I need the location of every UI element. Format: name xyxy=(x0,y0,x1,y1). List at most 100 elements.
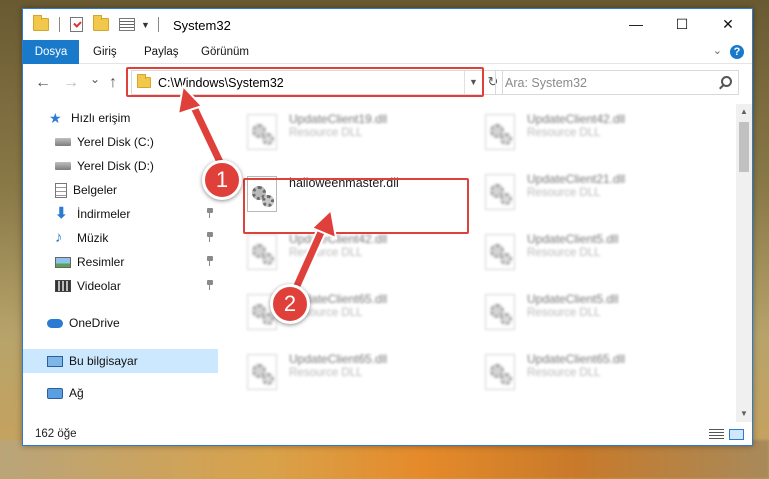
sidebar-item-videos[interactable]: Videolar xyxy=(23,274,218,298)
help-icon[interactable]: ? xyxy=(730,45,744,59)
sidebar-item-label: Bu bilgisayar xyxy=(69,354,138,368)
up-button[interactable]: ↑ xyxy=(109,74,117,92)
sidebar-item-label: Belgeler xyxy=(73,183,118,197)
window-title: System32 xyxy=(173,18,231,33)
file-item[interactable]: UpdateClient5.dll Resource DLL xyxy=(477,230,707,282)
dll-file-icon xyxy=(485,294,515,330)
file-list: UpdateClient19.dll Resource DLL UpdateCl… xyxy=(219,104,737,422)
file-name: UpdateClient65.dll xyxy=(289,352,388,366)
file-type: Resource DLL xyxy=(527,367,601,379)
search-icon xyxy=(721,76,732,87)
file-item[interactable]: UpdateClient65.dll Resource DLL xyxy=(477,350,707,402)
file-type: Resource DLL xyxy=(289,127,363,139)
large-icons-view-icon[interactable] xyxy=(729,429,744,440)
properties-check-icon[interactable] xyxy=(70,17,83,32)
pin-icon[interactable] xyxy=(206,136,214,146)
title-bar: ▼ System32 — ☐ ✕ xyxy=(23,9,752,40)
dll-file-icon xyxy=(247,354,277,390)
file-type: Resource DLL xyxy=(527,187,601,199)
navigation-pane: ★ Hızlı erişim Yerel Disk (C:) Yerel Dis… xyxy=(23,104,218,422)
toolbar-separator xyxy=(59,17,60,32)
file-type: Resource DLL xyxy=(527,247,601,259)
file-type: Resource DLL xyxy=(289,247,363,259)
tab-gorunum[interactable]: Görünüm xyxy=(201,40,249,64)
ribbon-tabs: Dosya Giriş Paylaş Görünüm ⌄ ? xyxy=(23,40,752,64)
scrollbar-thumb[interactable] xyxy=(739,122,749,172)
dll-file-icon xyxy=(247,234,277,270)
star-icon: ★ xyxy=(49,110,62,126)
network-icon xyxy=(47,387,63,399)
sidebar-item-quick-access[interactable]: ★ Hızlı erişim xyxy=(23,106,218,130)
sidebar-item-label: Müzik xyxy=(77,231,109,245)
dll-file-icon xyxy=(485,114,515,150)
file-name: UpdateClient21.dll xyxy=(527,172,626,186)
sidebar-item-label: Yerel Disk (D:) xyxy=(77,159,154,173)
file-item[interactable]: UpdateClient21.dll Resource DLL xyxy=(477,170,707,222)
maximize-button[interactable]: ☐ xyxy=(659,9,705,40)
sidebar-item-onedrive[interactable]: OneDrive xyxy=(23,311,218,335)
sidebar-item-label: Resimler xyxy=(77,255,125,269)
sidebar-item-this-pc[interactable]: Bu bilgisayar xyxy=(23,349,218,373)
sidebar-item-network[interactable]: Ağ xyxy=(23,381,218,405)
expand-ribbon-icon[interactable]: ⌄ xyxy=(713,44,722,57)
pin-icon[interactable] xyxy=(206,256,214,266)
pin-icon[interactable] xyxy=(206,208,214,218)
tab-dosya[interactable]: Dosya xyxy=(23,40,79,64)
new-folder-icon[interactable] xyxy=(93,15,109,31)
file-item[interactable]: UpdateClient65.dll Resource DLL xyxy=(239,350,469,402)
close-button[interactable]: ✕ xyxy=(705,9,751,40)
tab-paylas[interactable]: Paylaş xyxy=(144,40,179,64)
file-name: UpdateClient19.dll xyxy=(289,112,388,126)
pin-icon[interactable] xyxy=(206,232,214,242)
file-item[interactable]: UpdateClient5.dll Resource DLL xyxy=(477,290,707,342)
forward-button[interactable]: → xyxy=(63,74,79,92)
recent-locations-button[interactable]: ⌄ xyxy=(90,72,100,86)
videos-icon xyxy=(55,280,71,292)
toolbar-separator xyxy=(157,17,159,32)
sidebar-item-label: Videolar xyxy=(77,279,121,293)
drive-icon xyxy=(55,138,71,146)
scroll-up-button[interactable]: ▲ xyxy=(736,104,752,120)
computer-icon xyxy=(47,355,63,367)
scroll-down-button[interactable]: ▼ xyxy=(736,406,752,422)
sidebar-item-pictures[interactable]: Resimler xyxy=(23,250,218,274)
file-name: UpdateClient65.dll xyxy=(527,352,626,366)
drive-icon xyxy=(55,162,71,170)
file-item[interactable]: UpdateClient42.dll Resource DLL xyxy=(477,110,707,162)
search-input[interactable]: Ara: System32 xyxy=(495,70,739,95)
dll-file-icon xyxy=(485,174,515,210)
folder-icon xyxy=(33,15,49,31)
quick-access-toolbar: ▼ xyxy=(33,15,159,32)
file-type: Resource DLL xyxy=(289,367,363,379)
pin-icon[interactable] xyxy=(206,280,214,290)
sidebar-item-downloads[interactable]: ⬇ İndirmeler xyxy=(23,202,218,226)
status-bar: 162 öğe xyxy=(23,422,752,446)
vertical-scrollbar[interactable]: ▲ ▼ xyxy=(736,104,752,422)
file-item[interactable]: UpdateClient42.dll Resource DLL xyxy=(239,230,469,282)
search-placeholder: Ara: System32 xyxy=(505,76,587,90)
sidebar-item-label: Ağ xyxy=(69,386,84,400)
file-name: UpdateClient5.dll xyxy=(527,292,619,306)
minimize-button[interactable]: — xyxy=(613,9,659,40)
cloud-icon xyxy=(47,318,63,328)
sidebar-item-music[interactable]: ♪ Müzik xyxy=(23,226,218,250)
file-type: Resource DLL xyxy=(527,127,601,139)
address-highlight-box xyxy=(126,67,484,97)
dll-file-icon xyxy=(485,354,515,390)
back-button[interactable]: ← xyxy=(35,74,51,92)
sidebar-item-local-disk-c[interactable]: Yerel Disk (C:) xyxy=(23,130,218,154)
details-view-icon[interactable] xyxy=(709,429,724,440)
sidebar-item-documents[interactable]: Belgeler xyxy=(23,178,218,202)
view-options-icon[interactable] xyxy=(119,18,135,31)
file-item[interactable]: UpdateClient19.dll Resource DLL xyxy=(239,110,469,162)
customize-dropdown-icon[interactable]: ▼ xyxy=(141,20,150,30)
file-name: UpdateClient5.dll xyxy=(527,232,619,246)
step-1-badge: 1 xyxy=(202,160,242,200)
file-highlight-box xyxy=(243,178,469,234)
sidebar-item-label: Hızlı erişim xyxy=(71,111,131,125)
sidebar-item-label: OneDrive xyxy=(69,316,120,330)
sidebar-item-local-disk-d[interactable]: Yerel Disk (D:) xyxy=(23,154,218,178)
tab-giris[interactable]: Giriş xyxy=(93,40,117,64)
music-icon: ♪ xyxy=(55,229,63,246)
dll-file-icon xyxy=(485,234,515,270)
